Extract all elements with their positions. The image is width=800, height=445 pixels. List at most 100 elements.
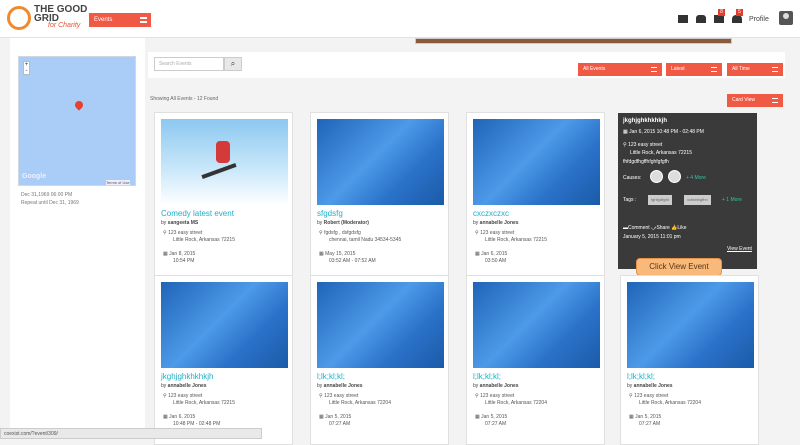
event-author[interactable]: annabelle Jones — [634, 383, 673, 389]
event-title[interactable]: jkghjghkhkhkjh — [161, 372, 213, 381]
event-title[interactable]: l;lk;kl;kl; — [627, 372, 655, 381]
event-title[interactable]: l;lk;kl;kl; — [317, 372, 345, 381]
event-image[interactable] — [317, 282, 444, 368]
event-image[interactable] — [473, 282, 600, 368]
click-view-event-callout: Click View Event — [636, 258, 722, 276]
avatar[interactable] — [779, 11, 793, 25]
causes-more-link[interactable]: + 4 More — [686, 175, 706, 181]
event-image[interactable] — [627, 282, 754, 368]
popup-datetime-line: ▦ Jan 6, 2015 10:48 PM - 02:48 PM — [623, 129, 704, 135]
messages-icon[interactable] — [714, 15, 724, 23]
event-date: Jan 5, 2015 — [635, 414, 662, 420]
events-dropdown[interactable]: Events — [89, 13, 151, 27]
messages-badge: 8 — [718, 9, 725, 16]
event-time: 03:50 AM — [485, 258, 507, 264]
logo-icon[interactable] — [7, 6, 31, 30]
event-author[interactable]: annabelle Jones — [480, 220, 519, 226]
address1: 123 easy street — [480, 393, 515, 399]
event-author-line: by annabelle Jones — [161, 383, 207, 389]
by-prefix: by — [161, 383, 167, 389]
cause-food-icon[interactable] — [668, 170, 681, 183]
view-event-link[interactable]: View Event — [727, 246, 752, 252]
grid-apps-icon[interactable] — [678, 15, 688, 23]
address1: fgdsfg , dsfgdsfg — [324, 230, 361, 236]
skier-figure — [216, 141, 230, 163]
event-image[interactable] — [161, 282, 288, 368]
event-time: 10:48 PM - 02:48 PM — [173, 421, 221, 427]
latest-dropdown[interactable]: Latest — [666, 63, 722, 76]
bell-icon[interactable] — [732, 15, 742, 23]
event-date-line: ▦ Jan 6, 2015 — [163, 414, 196, 420]
popup-description: fhfdgdfhgffhfghfgfgfh — [623, 159, 669, 165]
all-time-dropdown[interactable]: All Time — [727, 63, 783, 76]
address1: 123 easy street — [480, 230, 515, 236]
event-address-line1: ⚲ 123 easy street — [475, 393, 515, 399]
card-view-dropdown[interactable]: Card View — [727, 94, 783, 107]
event-address-line2: Little Rock, Arkansas 72204 — [485, 400, 547, 406]
event-card[interactable]: sfgdsfg by Robert (Moderator) ⚲ fgdsfg ,… — [310, 112, 449, 282]
event-date: Jan 6, 2015 — [481, 251, 508, 257]
event-card[interactable]: l;lk;kl;kl; by annabelle Jones ⚲ 123 eas… — [310, 275, 449, 445]
tags-more-link[interactable]: + 1 More — [722, 197, 742, 203]
zoom-out-button[interactable]: - — [24, 68, 29, 74]
event-card[interactable]: l;lk;kl;kl; by annabelle Jones ⚲ 123 eas… — [466, 275, 605, 445]
tag-chip[interactable]: xcbbbbgfhn — [684, 195, 711, 205]
event-map[interactable] — [18, 56, 136, 186]
event-card[interactable]: cxczxczxc by annabelle Jones ⚲ 123 easy … — [466, 112, 605, 282]
event-address-line2: Little Rock, Arkansas 72204 — [639, 400, 701, 406]
event-address-line1: ⚲ 123 easy street — [475, 230, 515, 236]
by-prefix: by — [627, 383, 633, 389]
event-author[interactable]: annabelle Jones — [480, 383, 519, 389]
by-prefix: by — [473, 220, 479, 226]
logo-text[interactable]: THE GOOD GRID — [34, 5, 87, 24]
latest-label: Latest — [671, 66, 685, 72]
event-image[interactable] — [473, 119, 600, 205]
event-address-line2: Little Rock, Arkansas 72215 — [173, 237, 235, 243]
event-date: May 15, 2015 — [325, 251, 356, 257]
share-link[interactable]: Share — [656, 225, 669, 231]
event-card[interactable]: jkghjghkhkhkjh by annabelle Jones ⚲ 123 … — [154, 275, 293, 445]
event-address-line2: chennai, tamil Nadu 34534-5345 — [329, 237, 402, 243]
causes-label: Causes: — [623, 175, 642, 181]
card-view-label: Card View — [732, 97, 755, 103]
search-input[interactable]: Search Events — [154, 57, 224, 71]
event-time: 07:27 AM — [329, 421, 351, 427]
users-icon[interactable] — [696, 15, 706, 23]
event-date-line: ▦ Jan 8, 2015 — [163, 251, 196, 257]
event-title[interactable]: cxczxczxc — [473, 209, 509, 218]
event-author[interactable]: Robert (Moderator) — [324, 220, 369, 226]
top-bar: THE GOOD GRID for Charity Events 8 5 Pro… — [0, 0, 800, 38]
all-events-dropdown[interactable]: All Events — [578, 63, 662, 76]
event-image[interactable] — [161, 119, 288, 205]
event-author[interactable]: sangeeta MS — [168, 220, 199, 226]
event-title[interactable]: Comedy latest event — [161, 209, 234, 218]
event-author[interactable]: annabelle Jones — [168, 383, 207, 389]
event-card[interactable]: l;lk;kl;kl; by annabelle Jones ⚲ 123 eas… — [620, 275, 759, 445]
menu-icon — [651, 67, 657, 72]
profile-link[interactable]: Profile — [749, 16, 769, 23]
event-author[interactable]: annabelle Jones — [324, 383, 363, 389]
event-image[interactable] — [317, 119, 444, 205]
event-date: Jan 6, 2015 — [169, 414, 196, 420]
by-prefix: by — [473, 383, 479, 389]
popup-address-line1: ⚲ 123 easy street — [623, 142, 663, 148]
google-logo: Google — [22, 173, 47, 180]
address1: 123 easy street — [168, 393, 203, 399]
comment-link[interactable]: Comment — [628, 225, 650, 231]
tag-chip[interactable]: fghfgdfgfd — [648, 195, 672, 205]
zoom-control[interactable]: + - — [23, 61, 30, 75]
cause-car-icon[interactable] — [650, 170, 663, 183]
event-date-line: ▦ Jan 5, 2015 — [629, 414, 662, 420]
event-address-line1: ⚲ 123 easy street — [163, 393, 203, 399]
by-prefix: by — [161, 220, 167, 226]
like-link[interactable]: Like — [677, 225, 686, 231]
search-button[interactable]: ⌕ — [224, 57, 242, 71]
popup-title[interactable]: jkghjghkhkhkjh — [623, 118, 667, 124]
results-count: Showing All Events - 12 Found — [150, 96, 219, 102]
tags-label: Tags : — [623, 197, 637, 203]
event-title[interactable]: l;lk;kl;kl; — [473, 372, 501, 381]
event-title[interactable]: sfgdsfg — [317, 209, 343, 218]
event-card[interactable]: Comedy latest event by sangeeta MS ⚲ 123… — [154, 112, 293, 282]
terms-of-use-link[interactable]: Terms of Use — [106, 180, 130, 185]
repeat-line: Repeat until Dec 31, 1969 — [21, 200, 79, 206]
